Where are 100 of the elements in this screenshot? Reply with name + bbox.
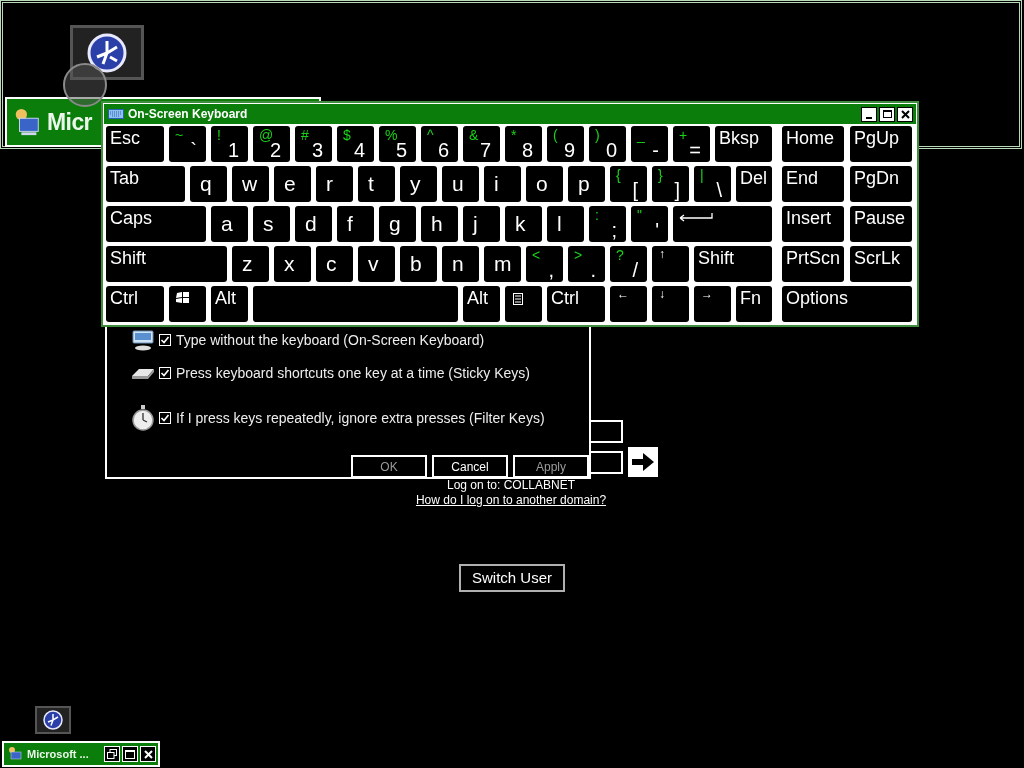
key[interactable]: ↑ bbox=[652, 246, 689, 282]
key[interactable]: Pause bbox=[850, 206, 912, 242]
arrow-right-icon bbox=[631, 452, 655, 472]
key[interactable]: PgDn bbox=[850, 166, 912, 202]
key[interactable]: ← bbox=[610, 286, 647, 322]
key[interactable]: m bbox=[484, 246, 521, 282]
key[interactable]: → bbox=[694, 286, 731, 322]
key[interactable]: ( 9 bbox=[547, 126, 584, 162]
key[interactable]: Caps bbox=[106, 206, 206, 242]
key[interactable]: r bbox=[316, 166, 353, 202]
key[interactable]: h bbox=[421, 206, 458, 242]
key[interactable]: | \ bbox=[694, 166, 731, 202]
keyboard-icon bbox=[108, 109, 124, 119]
close-button[interactable] bbox=[897, 106, 913, 122]
key[interactable]: n bbox=[442, 246, 479, 282]
key[interactable]: Insert bbox=[782, 206, 844, 242]
checkbox[interactable] bbox=[159, 334, 171, 346]
flag-icon bbox=[176, 292, 189, 303]
minimized-window[interactable]: Microsoft ... bbox=[2, 741, 160, 767]
key[interactable]: x bbox=[274, 246, 311, 282]
key[interactable]: f bbox=[337, 206, 374, 242]
key[interactable]: ^ 6 bbox=[421, 126, 458, 162]
key[interactable]: g bbox=[379, 206, 416, 242]
key[interactable]: ScrLk bbox=[850, 246, 912, 282]
enter-arrow-icon bbox=[679, 212, 713, 222]
key[interactable]: * 8 bbox=[505, 126, 542, 162]
key[interactable]: Tab bbox=[106, 166, 185, 202]
key[interactable]: y bbox=[400, 166, 437, 202]
key[interactable]: p bbox=[568, 166, 605, 202]
dial-icon-tile[interactable] bbox=[70, 25, 144, 80]
key[interactable]: & 7 bbox=[463, 126, 500, 162]
key[interactable]: : ; bbox=[589, 206, 626, 242]
minimize-button[interactable] bbox=[861, 106, 877, 122]
key[interactable]: b bbox=[400, 246, 437, 282]
key[interactable]: w bbox=[232, 166, 269, 202]
key[interactable]: ↓ bbox=[652, 286, 689, 322]
close-icon bbox=[900, 109, 910, 119]
key[interactable]: { [ bbox=[610, 166, 647, 202]
key[interactable]: End bbox=[782, 166, 844, 202]
key[interactable]: ~ ` bbox=[169, 126, 206, 162]
key[interactable]: PrtScn bbox=[782, 246, 844, 282]
key[interactable]: u bbox=[442, 166, 479, 202]
key[interactable]: PgUp bbox=[850, 126, 912, 162]
enter-key[interactable] bbox=[673, 206, 772, 242]
key[interactable]: ? / bbox=[610, 246, 647, 282]
dial-icon bbox=[43, 710, 63, 730]
key[interactable]: s bbox=[253, 206, 290, 242]
key[interactable]: Alt bbox=[211, 286, 248, 322]
key[interactable]: Shift bbox=[106, 246, 227, 282]
key[interactable]: < , bbox=[526, 246, 563, 282]
key[interactable]: a bbox=[211, 206, 248, 242]
domain-text: Log on to: COLLABNET bbox=[446, 478, 576, 493]
network-computer-icon bbox=[7, 746, 23, 762]
key[interactable]: > . bbox=[568, 246, 605, 282]
dialog-button[interactable]: Cancel bbox=[432, 455, 508, 478]
key[interactable]: l bbox=[547, 206, 584, 242]
key[interactable]: Shift bbox=[694, 246, 772, 282]
key[interactable]: j bbox=[463, 206, 500, 242]
submit-button[interactable] bbox=[628, 447, 658, 477]
key[interactable]: i bbox=[484, 166, 521, 202]
key[interactable]: $ 4 bbox=[337, 126, 374, 162]
switch-user-button[interactable]: Switch User bbox=[459, 564, 565, 592]
key[interactable]: t bbox=[358, 166, 395, 202]
dial-icon bbox=[87, 32, 127, 73]
key[interactable] bbox=[169, 286, 206, 322]
key[interactable]: d bbox=[295, 206, 332, 242]
key[interactable]: Ctrl bbox=[547, 286, 605, 322]
key[interactable]: k bbox=[505, 206, 542, 242]
key[interactable]: Home bbox=[782, 126, 844, 162]
key[interactable]: } ] bbox=[652, 166, 689, 202]
key[interactable] bbox=[505, 286, 542, 322]
checkbox[interactable] bbox=[159, 367, 171, 379]
key[interactable]: o bbox=[526, 166, 563, 202]
key[interactable]: ) 0 bbox=[589, 126, 626, 162]
key[interactable]: Ctrl bbox=[106, 286, 164, 322]
restore-button[interactable] bbox=[104, 746, 120, 762]
domain-help-link[interactable]: How do I log on to another domain? bbox=[415, 493, 607, 508]
key[interactable]: @ 2 bbox=[253, 126, 290, 162]
key[interactable]: " ' bbox=[631, 206, 668, 242]
key[interactable]: Fn bbox=[736, 286, 772, 322]
key[interactable]: Del bbox=[736, 166, 772, 202]
key[interactable]: c bbox=[316, 246, 353, 282]
key[interactable]: ! 1 bbox=[211, 126, 248, 162]
key[interactable]: Esc bbox=[106, 126, 164, 162]
key[interactable]: + = bbox=[673, 126, 710, 162]
key[interactable]: q bbox=[190, 166, 227, 202]
key[interactable]: # 3 bbox=[295, 126, 332, 162]
window-title: Micr bbox=[47, 108, 92, 137]
key[interactable]: % 5 bbox=[379, 126, 416, 162]
maximize-button[interactable] bbox=[879, 106, 895, 122]
key[interactable]: e bbox=[274, 166, 311, 202]
key[interactable]: z bbox=[232, 246, 269, 282]
key[interactable]: Options bbox=[782, 286, 912, 322]
checkbox[interactable] bbox=[159, 412, 171, 424]
key[interactable]: Alt bbox=[463, 286, 500, 322]
key[interactable]: Bksp bbox=[715, 126, 772, 162]
dial-icon-tile[interactable] bbox=[35, 706, 71, 734]
key[interactable]: v bbox=[358, 246, 395, 282]
stopwatch-icon bbox=[131, 405, 155, 431]
key[interactable]: _ - bbox=[631, 126, 668, 162]
